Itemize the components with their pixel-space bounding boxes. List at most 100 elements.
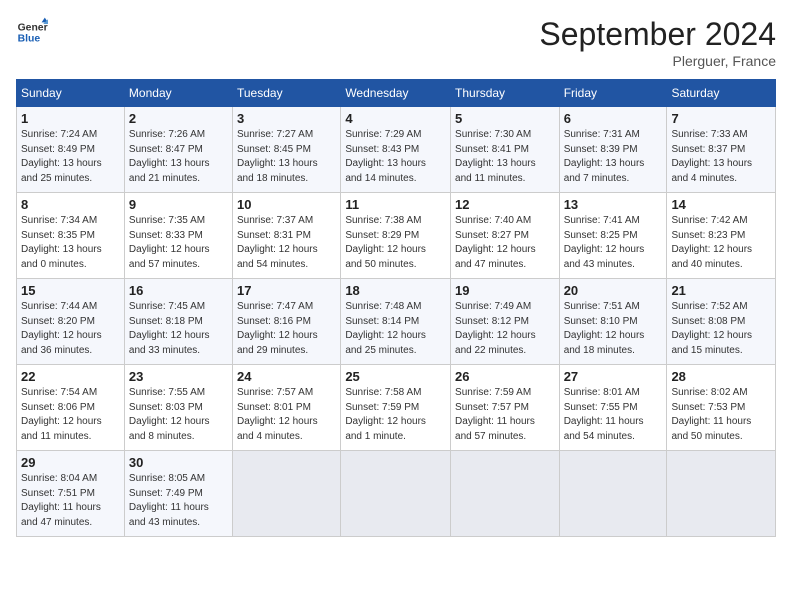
day-info: Sunrise: 7:37 AM Sunset: 8:31 PM Dayligh… xyxy=(237,214,336,272)
day-info: Sunrise: 7:30 AM Sunset: 8:41 PM Dayligh… xyxy=(455,128,555,186)
calendar-cell: 17 Sunrise: 7:47 AM Sunset: 8:16 PM Dayli… xyxy=(233,279,341,365)
calendar-week-row: 29 Sunrise: 8:04 AM Sunset: 7:51 PM Dayli… xyxy=(17,451,776,537)
logo-icon: General Blue xyxy=(16,16,48,48)
calendar-cell: 8Sunrise: 7:34 AM Sunset: 8:35 PM Daylig… xyxy=(17,193,125,279)
calendar-cell: 3 Sunrise: 7:27 AM Sunset: 8:45 PM Daylig… xyxy=(233,107,341,193)
calendar-cell: 4Sunrise: 7:29 AM Sunset: 8:43 PM Daylig… xyxy=(341,107,451,193)
day-info: Sunrise: 7:27 AM Sunset: 8:45 PM Dayligh… xyxy=(237,128,336,186)
calendar-cell: 26 Sunrise: 7:59 AM Sunset: 7:57 PM Dayli… xyxy=(451,365,560,451)
day-info: Sunrise: 7:35 AM Sunset: 8:33 PM Dayligh… xyxy=(129,214,228,272)
day-number: 25 xyxy=(345,369,446,384)
day-number: 24 xyxy=(237,369,336,384)
svg-text:General: General xyxy=(18,22,48,33)
day-number: 18 xyxy=(345,283,446,298)
calendar-cell: 11 Sunrise: 7:38 AM Sunset: 8:29 PM Dayli… xyxy=(341,193,451,279)
day-info: Sunrise: 7:54 AM Sunset: 8:06 PM Dayligh… xyxy=(21,386,120,444)
day-number: 27 xyxy=(564,369,663,384)
day-info: Sunrise: 7:42 AM Sunset: 8:23 PM Dayligh… xyxy=(671,214,771,272)
day-number: 8 xyxy=(21,197,120,212)
day-number: 28 xyxy=(671,369,771,384)
month-title: September 2024 xyxy=(539,16,776,53)
day-number: 21 xyxy=(671,283,771,298)
day-info: Sunrise: 7:59 AM Sunset: 7:57 PM Dayligh… xyxy=(455,386,555,444)
day-number: 16 xyxy=(129,283,228,298)
calendar-cell: 25 Sunrise: 7:58 AM Sunset: 7:59 PM Dayli… xyxy=(341,365,451,451)
calendar-cell xyxy=(667,451,776,537)
calendar-table: SundayMondayTuesdayWednesdayThursdayFrid… xyxy=(16,79,776,537)
day-info: Sunrise: 7:26 AM Sunset: 8:47 PM Dayligh… xyxy=(129,128,228,186)
logo: General Blue xyxy=(16,16,48,48)
calendar-cell: 18Sunrise: 7:48 AM Sunset: 8:14 PM Dayli… xyxy=(341,279,451,365)
calendar-week-row: 1 Sunrise: 7:24 AM Sunset: 8:49 PM Daylig… xyxy=(17,107,776,193)
calendar-cell: 1 Sunrise: 7:24 AM Sunset: 8:49 PM Daylig… xyxy=(17,107,125,193)
day-number: 15 xyxy=(21,283,120,298)
calendar-cell: 22 Sunrise: 7:54 AM Sunset: 8:06 PM Dayli… xyxy=(17,365,125,451)
page-header: General Blue September 2024 Plerguer, Fr… xyxy=(16,16,776,69)
day-number: 30 xyxy=(129,455,228,470)
day-info: Sunrise: 7:38 AM Sunset: 8:29 PM Dayligh… xyxy=(345,214,446,272)
day-info: Sunrise: 8:02 AM Sunset: 7:53 PM Dayligh… xyxy=(671,386,771,444)
calendar-cell xyxy=(451,451,560,537)
calendar-cell: 9 Sunrise: 7:35 AM Sunset: 8:33 PM Daylig… xyxy=(124,193,232,279)
calendar-cell: 27 Sunrise: 8:01 AM Sunset: 7:55 PM Dayli… xyxy=(559,365,667,451)
calendar-cell: 12Sunrise: 7:40 AM Sunset: 8:27 PM Dayli… xyxy=(451,193,560,279)
calendar-cell: 7 Sunrise: 7:33 AM Sunset: 8:37 PM Daylig… xyxy=(667,107,776,193)
day-info: Sunrise: 7:51 AM Sunset: 8:10 PM Dayligh… xyxy=(564,300,663,358)
day-number: 29 xyxy=(21,455,120,470)
day-info: Sunrise: 8:04 AM Sunset: 7:51 PM Dayligh… xyxy=(21,472,120,530)
calendar-cell: 21 Sunrise: 7:52 AM Sunset: 8:08 PM Dayli… xyxy=(667,279,776,365)
day-info: Sunrise: 7:31 AM Sunset: 8:39 PM Dayligh… xyxy=(564,128,663,186)
day-number: 20 xyxy=(564,283,663,298)
day-number: 11 xyxy=(345,197,446,212)
day-of-week-header: Wednesday xyxy=(341,80,451,107)
day-info: Sunrise: 7:55 AM Sunset: 8:03 PM Dayligh… xyxy=(129,386,228,444)
day-number: 1 xyxy=(21,111,120,126)
day-number: 14 xyxy=(671,197,771,212)
calendar-cell: 19Sunrise: 7:49 AM Sunset: 8:12 PM Dayli… xyxy=(451,279,560,365)
calendar-cell xyxy=(233,451,341,537)
day-info: Sunrise: 7:58 AM Sunset: 7:59 PM Dayligh… xyxy=(345,386,446,444)
day-number: 9 xyxy=(129,197,228,212)
day-number: 5 xyxy=(455,111,555,126)
day-info: Sunrise: 7:24 AM Sunset: 8:49 PM Dayligh… xyxy=(21,128,120,186)
day-number: 17 xyxy=(237,283,336,298)
calendar-week-row: 15 Sunrise: 7:44 AM Sunset: 8:20 PM Dayli… xyxy=(17,279,776,365)
calendar-header-row: SundayMondayTuesdayWednesdayThursdayFrid… xyxy=(17,80,776,107)
day-info: Sunrise: 7:45 AM Sunset: 8:18 PM Dayligh… xyxy=(129,300,228,358)
day-info: Sunrise: 7:44 AM Sunset: 8:20 PM Dayligh… xyxy=(21,300,120,358)
day-info: Sunrise: 7:52 AM Sunset: 8:08 PM Dayligh… xyxy=(671,300,771,358)
day-of-week-header: Saturday xyxy=(667,80,776,107)
calendar-cell: 23Sunrise: 7:55 AM Sunset: 8:03 PM Dayli… xyxy=(124,365,232,451)
day-number: 22 xyxy=(21,369,120,384)
day-info: Sunrise: 7:33 AM Sunset: 8:37 PM Dayligh… xyxy=(671,128,771,186)
day-number: 4 xyxy=(345,111,446,126)
day-info: Sunrise: 7:49 AM Sunset: 8:12 PM Dayligh… xyxy=(455,300,555,358)
day-info: Sunrise: 7:57 AM Sunset: 8:01 PM Dayligh… xyxy=(237,386,336,444)
day-of-week-header: Sunday xyxy=(17,80,125,107)
location: Plerguer, France xyxy=(539,53,776,69)
day-of-week-header: Thursday xyxy=(451,80,560,107)
day-info: Sunrise: 8:01 AM Sunset: 7:55 PM Dayligh… xyxy=(564,386,663,444)
calendar-cell: 15 Sunrise: 7:44 AM Sunset: 8:20 PM Dayli… xyxy=(17,279,125,365)
calendar-cell: 6Sunrise: 7:31 AM Sunset: 8:39 PM Daylig… xyxy=(559,107,667,193)
calendar-cell xyxy=(559,451,667,537)
day-number: 7 xyxy=(671,111,771,126)
calendar-cell: 14 Sunrise: 7:42 AM Sunset: 8:23 PM Dayli… xyxy=(667,193,776,279)
calendar-cell: 29 Sunrise: 8:04 AM Sunset: 7:51 PM Dayli… xyxy=(17,451,125,537)
calendar-cell: 13Sunrise: 7:41 AM Sunset: 8:25 PM Dayli… xyxy=(559,193,667,279)
day-number: 26 xyxy=(455,369,555,384)
day-number: 3 xyxy=(237,111,336,126)
calendar-body: 1 Sunrise: 7:24 AM Sunset: 8:49 PM Daylig… xyxy=(17,107,776,537)
calendar-cell: 16 Sunrise: 7:45 AM Sunset: 8:18 PM Dayli… xyxy=(124,279,232,365)
day-info: Sunrise: 7:47 AM Sunset: 8:16 PM Dayligh… xyxy=(237,300,336,358)
day-number: 13 xyxy=(564,197,663,212)
calendar-cell: 30Sunrise: 8:05 AM Sunset: 7:49 PM Dayli… xyxy=(124,451,232,537)
calendar-cell: 5 Sunrise: 7:30 AM Sunset: 8:41 PM Daylig… xyxy=(451,107,560,193)
calendar-cell: 28 Sunrise: 8:02 AM Sunset: 7:53 PM Dayli… xyxy=(667,365,776,451)
day-of-week-header: Friday xyxy=(559,80,667,107)
title-block: September 2024 Plerguer, France xyxy=(539,16,776,69)
day-number: 10 xyxy=(237,197,336,212)
day-of-week-header: Tuesday xyxy=(233,80,341,107)
calendar-week-row: 8Sunrise: 7:34 AM Sunset: 8:35 PM Daylig… xyxy=(17,193,776,279)
day-number: 12 xyxy=(455,197,555,212)
